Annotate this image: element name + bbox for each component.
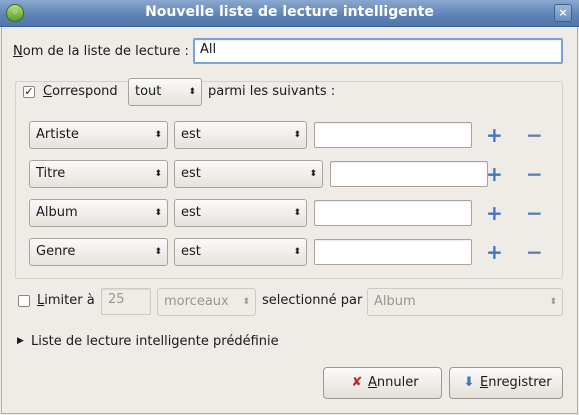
match-suffix-label: parmi les suivants :	[208, 84, 336, 99]
selected-by-label: selectionné par	[262, 293, 363, 308]
rule-field-combo[interactable]: Album ⬍	[29, 199, 168, 227]
close-icon[interactable]: ×	[554, 4, 572, 22]
rule-value-input[interactable]	[314, 122, 472, 148]
add-rule-icon[interactable]: +	[486, 164, 503, 184]
rule-value-input[interactable]	[330, 161, 488, 187]
save-button[interactable]: ⬇ Enregistrer	[449, 367, 563, 399]
limit-amount-input[interactable]: 25	[101, 288, 151, 315]
window-title: Nouvelle liste de lecture intelligente	[145, 4, 434, 20]
rule-operator-combo[interactable]: est ⬍	[174, 160, 323, 188]
rule-operator-combo[interactable]: est ⬍	[174, 121, 307, 149]
remove-rule-icon[interactable]: −	[526, 164, 543, 184]
title-bar[interactable]: ◦ Nouvelle liste de lecture intelligente…	[0, 0, 579, 27]
combo-arrows-icon: ⬍	[154, 208, 161, 218]
rule-value-input[interactable]	[314, 200, 472, 226]
remove-rule-icon[interactable]: −	[526, 242, 543, 262]
match-label: Correspond	[43, 84, 118, 99]
rule-field-combo[interactable]: Titre ⬍	[29, 160, 168, 188]
combo-arrows-icon: ⬍	[293, 208, 300, 218]
rule-operator-combo[interactable]: est ⬍	[174, 199, 307, 227]
add-rule-icon[interactable]: +	[486, 242, 503, 262]
combo-arrows-icon: ⬍	[309, 169, 316, 179]
match-checkbox[interactable]: ✓	[23, 86, 35, 98]
cross-icon: ✘	[351, 375, 363, 390]
add-rule-icon[interactable]: +	[486, 125, 503, 145]
rule-value-input[interactable]	[314, 239, 472, 265]
combo-arrows-icon: ⬍	[242, 297, 249, 307]
rule-field-combo[interactable]: Artiste ⬍	[29, 121, 168, 149]
selected-by-combo[interactable]: Album ⬍	[367, 288, 563, 316]
combo-arrows-icon: ⬍	[188, 87, 195, 97]
remove-rule-icon[interactable]: −	[526, 203, 543, 223]
limit-checkbox[interactable]	[18, 295, 30, 307]
rule-operator-combo[interactable]: est ⬍	[174, 238, 307, 266]
limit-label: Limiter à	[37, 293, 95, 308]
remove-rule-icon[interactable]: −	[526, 125, 543, 145]
playlist-name-input[interactable]: All	[193, 38, 563, 64]
rule-field-combo[interactable]: Genre ⬍	[29, 238, 168, 266]
save-icon: ⬇	[463, 375, 475, 390]
playlist-name-label: Nom de la liste de lecture :	[13, 44, 189, 59]
triangle-right-icon[interactable]: ▶	[17, 336, 24, 346]
limit-unit-combo[interactable]: morceaux ⬍	[157, 288, 256, 316]
predefined-playlist-label[interactable]: Liste de lecture intelligente prédéfinie	[31, 334, 279, 349]
combo-arrows-icon: ⬍	[154, 247, 161, 257]
combo-arrows-icon: ⬍	[154, 130, 161, 140]
match-mode-combo[interactable]: tout ⬍	[128, 78, 202, 106]
cancel-button[interactable]: ✘ Annuler	[323, 367, 442, 399]
add-rule-icon[interactable]: +	[486, 203, 503, 223]
combo-arrows-icon: ⬍	[293, 130, 300, 140]
combo-arrows-icon: ⬍	[549, 297, 556, 307]
combo-arrows-icon: ⬍	[293, 247, 300, 257]
combo-arrows-icon: ⬍	[154, 169, 161, 179]
